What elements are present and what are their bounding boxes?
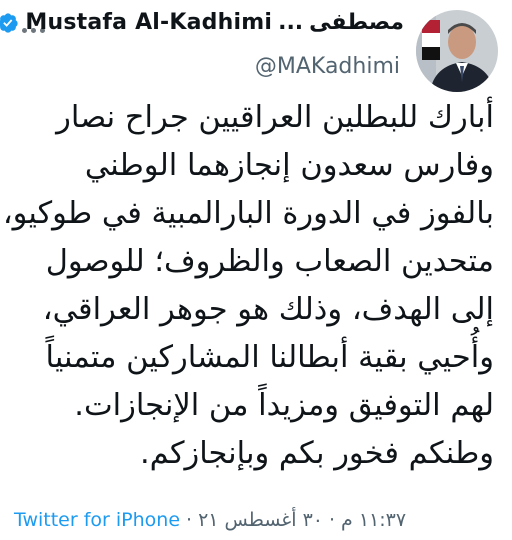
avatar-image: [416, 10, 498, 92]
tweet-line: وأُحيي بقية أبطالنا المشاركين متمنياً: [45, 340, 494, 375]
tweet-line: إلى الهدف، وذلك هو جوهر العراقي،: [42, 292, 494, 327]
tweet-meta: ١١:٣٧ م · ٣٠ أغسطس ٢١ · Twitter for iPho…: [14, 509, 494, 531]
tweet-source-link[interactable]: Twitter for iPhone: [14, 509, 180, 531]
meta-separator: ·: [186, 509, 193, 531]
avatar[interactable]: [416, 10, 498, 92]
tweet-line: بالفوز في الدورة البارالمبية في طوكيو،: [2, 196, 494, 231]
meta-separator: ·: [328, 509, 336, 531]
tweet-line: وفارس سعدون إنجازهما الوطني: [84, 148, 494, 183]
tweet-line: متحدين الصعاب والظروف؛ للوصول: [45, 244, 494, 279]
author-name-english: Mustafa Al-Kadhimi: [25, 10, 273, 35]
tweet-text: أبارك للبطلين العراقيين جراح نصار وفارس …: [2, 94, 494, 478]
tweet-line: وطنكم فخور بكم وبإنجازكم.: [139, 436, 494, 471]
tweet-date[interactable]: ٣٠ أغسطس ٢١: [198, 509, 323, 531]
verified-badge-icon: [0, 12, 19, 33]
name-ellipsis: ...: [278, 10, 304, 35]
tweet-time[interactable]: ١١:٣٧ م: [341, 509, 406, 531]
author-header[interactable]: Mustafa Al-Kadhimi ... مصطفى: [0, 10, 404, 35]
author-name-arabic: مصطفى: [309, 10, 404, 35]
author-handle[interactable]: @MAKadhimi: [255, 54, 400, 79]
tweet-line: لهم التوفيق ومزيداً من الإنجازات.: [74, 388, 494, 423]
tweet-line: أبارك للبطلين العراقيين جراح نصار: [56, 100, 494, 135]
